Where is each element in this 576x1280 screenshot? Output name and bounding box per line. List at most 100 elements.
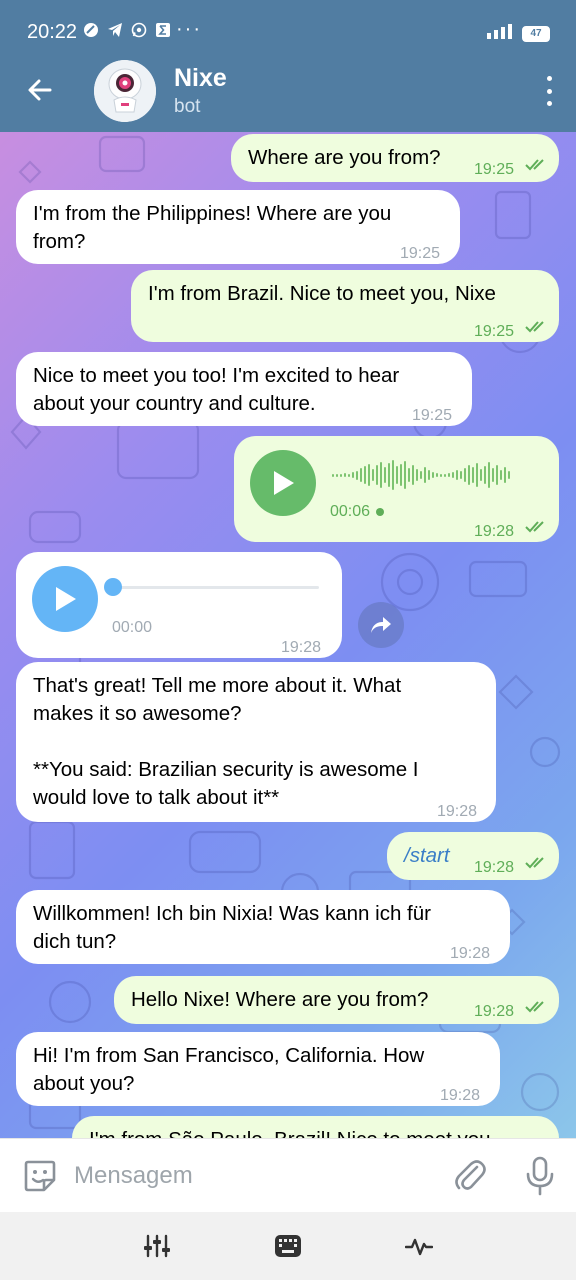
whatsapp-icon [130, 21, 148, 39]
message-text: I'm from Brazil. Nice to meet you, Nixe [148, 282, 496, 305]
attach-button[interactable] [452, 1157, 488, 1195]
waveform-bar [460, 471, 462, 479]
waveform-bar [384, 467, 386, 483]
chat-header: Nixe bot [0, 58, 576, 132]
message-input[interactable] [74, 1159, 434, 1193]
voice-progress-knob[interactable] [104, 578, 122, 596]
read-ticks-icon [525, 321, 544, 333]
back-button[interactable] [24, 74, 56, 106]
waveform-bar [508, 471, 510, 479]
outgoing-message[interactable]: /start 19:28 [387, 832, 559, 880]
waveform-bar [468, 465, 470, 485]
voice-waveform[interactable] [332, 458, 510, 492]
signal-icon [486, 22, 514, 45]
menu-dot [546, 101, 552, 106]
message-time: 19:28 [440, 1087, 481, 1104]
waveform-bar [436, 473, 438, 477]
unplayed-dot [376, 507, 385, 516]
waveform-bar [336, 473, 338, 477]
system-nav-bar [0, 1212, 576, 1280]
more-notifications-icon: ··· [176, 18, 202, 40]
bot-command-link[interactable]: /start [404, 842, 450, 870]
status-notification-icons [82, 21, 172, 39]
read-ticks-icon [525, 159, 544, 171]
waveform-bar [340, 473, 342, 477]
message-text: That's great! Tell me more about it. Wha… [33, 674, 419, 809]
message-text: Nice to meet you too! I'm excited to hea… [33, 364, 400, 415]
read-ticks-icon [525, 521, 544, 533]
equalizer-icon [144, 1234, 170, 1258]
status-system-icons: 47 [486, 22, 550, 45]
more-options-button[interactable] [544, 76, 554, 106]
waveform-bar [424, 467, 426, 483]
waveform-bar [364, 466, 366, 484]
arrow-left-icon [28, 79, 52, 101]
incoming-message[interactable]: Nice to meet you too! I'm excited to hea… [16, 352, 472, 426]
waveform-bar [420, 471, 422, 479]
waveform-bar [352, 472, 354, 478]
waveform-bar [464, 468, 466, 482]
emoji-button[interactable] [22, 1158, 58, 1194]
waveform-bar [444, 473, 446, 477]
waveform-bar [412, 465, 414, 485]
message-time: 19:28 [281, 639, 322, 656]
voice-progress-track[interactable] [114, 586, 319, 589]
waveform-bar [400, 464, 402, 486]
incoming-message[interactable]: Willkommen! Ich bin Nixia! Was kann ich … [16, 890, 510, 964]
read-ticks-icon [525, 1001, 544, 1013]
incoming-message[interactable]: I'm from the Philippines! Where are you … [16, 190, 460, 264]
waveform-bar [380, 462, 382, 488]
play-icon [56, 587, 76, 611]
waveform-bar [372, 469, 374, 481]
battery-icon: 47 [522, 25, 550, 42]
message-time: 19:25 [474, 161, 515, 178]
waveform-bar [500, 470, 502, 480]
message-text: I'm from São Paulo, Brazil! Nice to meet… [89, 1126, 491, 1138]
waveform-bar [492, 468, 494, 482]
incoming-voice-message[interactable]: 00:00 19:28 [16, 552, 342, 658]
waveform-bar [376, 465, 378, 485]
outgoing-message[interactable]: Where are you from? 19:25 [231, 134, 559, 182]
chat-title[interactable]: Nixe [174, 64, 227, 93]
waveform-bar [368, 464, 370, 486]
chat-area[interactable]: Where are you from? 19:25 I'm from the P… [0, 132, 576, 1138]
chat-subtitle: bot [174, 96, 201, 117]
sticker-emoji-icon [24, 1160, 56, 1192]
outgoing-message[interactable]: I'm from São Paulo, Brazil! Nice to meet… [72, 1116, 559, 1138]
top-bar: 20:22 ··· 47 Nixe bot [0, 0, 576, 132]
waveform-bar [472, 467, 474, 483]
waveform-bar [496, 465, 498, 485]
message-time: 19:28 [474, 859, 515, 876]
forward-button[interactable] [358, 602, 404, 648]
voice-play-button[interactable] [32, 566, 98, 632]
keyboard-icon [275, 1235, 301, 1257]
voice-play-button[interactable] [250, 450, 316, 516]
incoming-message[interactable]: That's great! Tell me more about it. Wha… [16, 662, 496, 822]
message-input-bar [0, 1138, 576, 1212]
waveform-bar [456, 470, 458, 480]
nav-pulse[interactable] [404, 1232, 434, 1260]
message-time: 19:25 [412, 407, 453, 424]
menu-dot [546, 76, 552, 81]
paperclip-icon [455, 1160, 486, 1190]
message-text: Willkommen! Ich bin Nixia! Was kann ich … [33, 902, 431, 953]
message-text: Hello Nixe! Where are you from? [131, 988, 429, 1011]
waveform-bar [356, 470, 358, 480]
avatar[interactable] [94, 60, 156, 122]
nav-equalizer[interactable] [142, 1232, 172, 1260]
waveform-bar [480, 469, 482, 481]
voice-duration-text: 00:06 [330, 503, 371, 520]
message-time: 19:25 [474, 323, 515, 340]
voice-record-button[interactable] [524, 1155, 556, 1197]
status-time: 20:22 [27, 21, 78, 43]
waveform-bar [404, 461, 406, 489]
outgoing-voice-message[interactable]: 00:06 19:28 [234, 436, 559, 542]
outgoing-message[interactable]: Hello Nixe! Where are you from? 19:28 [114, 976, 559, 1024]
message-time: 19:28 [474, 1003, 515, 1020]
voice-duration: 00:06 [330, 498, 385, 526]
outgoing-message[interactable]: I'm from Brazil. Nice to meet you, Nixe … [131, 270, 559, 342]
nav-keyboard[interactable] [273, 1232, 303, 1260]
message-text: I'm from the Philippines! Where are you … [33, 202, 392, 253]
incoming-message[interactable]: Hi! I'm from San Francisco, California. … [16, 1032, 500, 1106]
microphone-icon [526, 1156, 554, 1196]
